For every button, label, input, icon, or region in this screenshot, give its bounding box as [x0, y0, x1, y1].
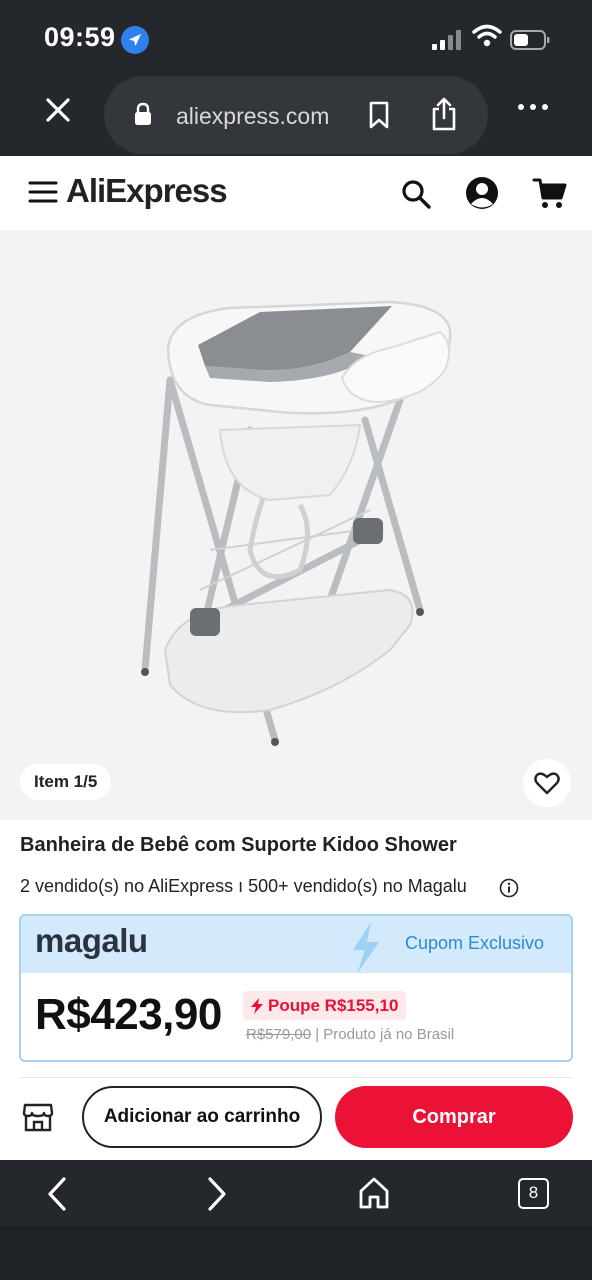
savings-badge: Poupe R$155,10 [243, 991, 407, 1020]
lightning-bolt-icon [345, 920, 385, 976]
hamburger-menu-icon[interactable] [28, 180, 58, 204]
lock-icon [134, 102, 152, 126]
more-options-icon[interactable] [516, 100, 550, 112]
bookmark-icon[interactable] [366, 100, 392, 130]
flash-icon [251, 998, 263, 1014]
cellular-signal-icon [432, 30, 464, 50]
origin-note: | Produto já no Brasil [311, 1026, 455, 1043]
status-time: 09:59 [44, 22, 116, 52]
browser-toolbar: 8 [0, 1160, 592, 1280]
back-arrow-icon[interactable] [44, 1176, 72, 1212]
home-icon[interactable] [358, 1176, 390, 1210]
magalu-logo: magalu [35, 922, 148, 959]
sold-count: 2 vendido(s) no AliExpress ı 500+ vendid… [20, 876, 467, 896]
status-bar: 09:59 [0, 0, 592, 72]
aliexpress-logo[interactable]: AliExpress [66, 172, 228, 210]
address-bar[interactable]: aliexpress.com [104, 76, 488, 154]
search-icon[interactable] [400, 178, 432, 210]
browser-bar: aliexpress.com [0, 72, 592, 156]
battery-icon [510, 30, 550, 50]
magalu-coupon-card[interactable]: magalu Cupom Exclusivo R$423,90 Poupe R$… [19, 914, 573, 1062]
current-price: R$423,90 [35, 990, 222, 1039]
old-price-line: R$579,00 | Produto já no Brasil [246, 1026, 454, 1043]
savings-text: Poupe R$155,10 [268, 996, 399, 1015]
product-image [141, 300, 452, 746]
divider [20, 1077, 572, 1078]
close-icon[interactable] [40, 92, 76, 128]
tabs-count-button[interactable]: 8 [518, 1178, 549, 1209]
site-header: AliExpress [0, 156, 592, 230]
forward-arrow-icon[interactable] [202, 1176, 230, 1212]
heart-icon [534, 772, 560, 795]
add-to-cart-button[interactable]: Adicionar ao carrinho [82, 1086, 322, 1148]
buy-now-button[interactable]: Comprar [335, 1086, 573, 1148]
share-icon[interactable] [430, 96, 458, 132]
coupon-header: magalu Cupom Exclusivo [21, 916, 571, 976]
coupon-label: Cupom Exclusivo [405, 933, 545, 953]
store-icon[interactable] [22, 1102, 54, 1132]
url-text: aliexpress.com [176, 103, 330, 129]
home-indicator-area [0, 1226, 592, 1280]
cart-icon[interactable] [532, 176, 568, 210]
info-icon[interactable] [499, 878, 519, 898]
account-icon[interactable] [464, 175, 500, 211]
location-arrow-icon [121, 26, 149, 54]
wifi-icon [472, 24, 502, 48]
product-gallery[interactable]: Item 1/5 [0, 230, 592, 820]
wishlist-button[interactable] [523, 759, 571, 807]
old-price: R$579,00 [246, 1026, 312, 1043]
product-title: Banheira de Bebê com Suporte Kidoo Showe… [20, 834, 457, 856]
product-page: 09:59 aliexpress.com AliExpress Item 1/5… [0, 0, 592, 1280]
image-counter: Item 1/5 [20, 764, 112, 800]
